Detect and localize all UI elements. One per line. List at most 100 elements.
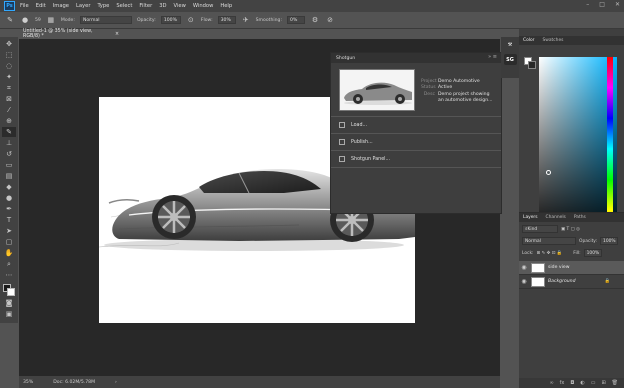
- menu-items: File Edit Image Layer Type Select Filter 3D View…: [20, 3, 232, 9]
- layer-row-background[interactable]: ◉ Background 🔒: [519, 275, 624, 289]
- clone-stamp-tool-icon[interactable]: ⊥: [2, 138, 16, 148]
- close-button[interactable]: ✕: [615, 1, 620, 8]
- tools-panel: ✥ ⬚ ◌ ✦ ⌗ ⊠ ⁄ ⊕ ✎ ⊥ ↺ ▭ ▤ ◆ ● ✒ T ➤ ▢ ✋ …: [0, 37, 18, 323]
- background-color-swatch[interactable]: [7, 288, 15, 296]
- color-swatches[interactable]: [2, 283, 16, 297]
- brush-preset-icon[interactable]: ●: [20, 15, 30, 25]
- menu-item-edit[interactable]: Edit: [36, 3, 46, 9]
- publish-action[interactable]: Publish...: [331, 134, 501, 151]
- menu-item-3d[interactable]: 3D: [159, 3, 166, 9]
- add-mask-icon[interactable]: ◘: [570, 380, 574, 386]
- menu-item-filter[interactable]: Filter: [139, 3, 152, 9]
- rectangle-tool-icon[interactable]: ▢: [2, 237, 16, 247]
- menu-item-select[interactable]: Select: [116, 3, 132, 9]
- visibility-eye-icon[interactable]: ◉: [519, 278, 529, 285]
- menu-item-type[interactable]: Type: [97, 3, 109, 9]
- shotgun-panel-action[interactable]: Shotgun Panel...: [331, 151, 501, 168]
- menu-item-file[interactable]: File: [20, 3, 29, 9]
- tab-layers[interactable]: Layers: [523, 215, 538, 220]
- menu-item-image[interactable]: Image: [53, 3, 69, 9]
- frame-tool-icon[interactable]: ⊠: [2, 94, 16, 104]
- layer-fill-field[interactable]: 100%: [583, 249, 602, 257]
- quick-select-tool-icon[interactable]: ✦: [2, 72, 16, 82]
- document-tab-close-icon[interactable]: ×: [115, 32, 119, 37]
- blur-tool-icon[interactable]: ◆: [2, 182, 16, 192]
- brush-settings-icon[interactable]: ▦: [46, 15, 56, 25]
- shotgun-panel-icon: [339, 156, 345, 162]
- tab-paths[interactable]: Paths: [574, 215, 586, 220]
- flow-label: Flow:: [200, 17, 213, 23]
- smoothing-field[interactable]: 0%: [287, 16, 306, 24]
- status-menu-icon[interactable]: ›: [115, 380, 117, 385]
- layer-row-side-view[interactable]: ◉ side view: [519, 261, 624, 275]
- tool-presets-icon[interactable]: ⚒: [504, 39, 517, 50]
- menu-item-view[interactable]: View: [174, 3, 186, 9]
- eraser-tool-icon[interactable]: ▭: [2, 160, 16, 170]
- color-panel-swatches[interactable]: [524, 57, 536, 69]
- shotgun-panel-action-label: Shotgun Panel...: [351, 156, 391, 162]
- publish-icon: [339, 139, 345, 145]
- lasso-tool-icon[interactable]: ◌: [2, 61, 16, 71]
- new-group-icon[interactable]: ▭: [591, 380, 596, 386]
- brush-tool-icon[interactable]: ✎: [5, 15, 15, 25]
- menu-item-help[interactable]: Help: [220, 3, 232, 9]
- history-brush-tool-icon[interactable]: ↺: [2, 149, 16, 159]
- trash-icon[interactable]: 🗑: [612, 380, 618, 386]
- visibility-eye-icon[interactable]: ◉: [519, 264, 529, 271]
- load-action[interactable]: Load...: [331, 117, 501, 134]
- layer-opacity-field[interactable]: 100%: [600, 237, 619, 245]
- layer-filter-select[interactable]: ⌕ Kind: [522, 225, 558, 233]
- blend-mode-select[interactable]: Normal: [522, 237, 576, 245]
- dodge-tool-icon[interactable]: ●: [2, 193, 16, 203]
- brush-size-value: 59: [35, 17, 41, 23]
- mode-select[interactable]: Normal: [79, 16, 132, 24]
- layer-filter-row: ⌕ Kind ▣ T ▢ ◎: [519, 225, 624, 233]
- lock-icons[interactable]: ⊞ ✎ ✥ ⊡ 🔒: [537, 251, 563, 256]
- shotgun-panel-header: Shotgun » ≡: [331, 53, 501, 63]
- tab-swatches[interactable]: Swatches: [542, 38, 563, 43]
- shotgun-panel: Shotgun » ≡ ProjectDemo Automotive Statu…: [330, 52, 502, 214]
- layer-name: side view: [548, 265, 570, 270]
- adjustment-layer-icon[interactable]: ◐: [580, 380, 584, 386]
- minimize-button[interactable]: –: [586, 1, 589, 8]
- flow-field[interactable]: 30%: [217, 16, 236, 24]
- color-picker-handle[interactable]: [546, 170, 551, 175]
- layer-style-icon[interactable]: fx: [560, 380, 565, 386]
- eyedropper-tool-icon[interactable]: ⁄: [2, 105, 16, 115]
- shotgun-panel-button[interactable]: SG: [503, 54, 517, 65]
- brush-tool-icon[interactable]: ✎: [2, 127, 16, 137]
- background-color-swatch[interactable]: [528, 61, 536, 69]
- tab-color[interactable]: Color: [523, 38, 534, 43]
- document-tab[interactable]: Untitled-1 @ 35% (side view, RGB/8) * ×: [19, 29, 119, 39]
- layers-panel-tabs: Layers Channels Paths: [519, 213, 624, 222]
- path-select-tool-icon[interactable]: ➤: [2, 226, 16, 236]
- panel-menu-icon[interactable]: » ≡: [488, 54, 497, 60]
- right-panels: Color Swatches Layers Channels Paths ⌕ K…: [519, 29, 624, 388]
- screen-mode-icon[interactable]: ▣: [2, 309, 16, 319]
- hand-tool-icon[interactable]: ✋: [2, 248, 16, 258]
- more-tools-icon[interactable]: ⋯: [2, 270, 16, 280]
- new-layer-icon[interactable]: ⊞: [601, 380, 605, 386]
- zoom-tool-icon[interactable]: ⌕: [2, 259, 16, 269]
- marquee-tool-icon[interactable]: ⬚: [2, 50, 16, 60]
- filter-toggle-icon[interactable]: ▣ T ▢ ◎: [561, 227, 580, 232]
- window-controls: – □ ✕: [586, 1, 620, 8]
- opacity-field[interactable]: 100%: [160, 16, 181, 24]
- airbrush-icon[interactable]: ✈: [241, 15, 251, 25]
- quick-mask-icon[interactable]: ◙: [2, 298, 16, 308]
- zoom-level[interactable]: 35%: [23, 380, 33, 385]
- maximize-button[interactable]: □: [599, 1, 605, 8]
- healing-brush-tool-icon[interactable]: ⊕: [2, 116, 16, 126]
- tab-channels[interactable]: Channels: [546, 215, 566, 220]
- move-tool-icon[interactable]: ✥: [2, 39, 16, 49]
- menu-item-window[interactable]: Window: [193, 3, 213, 9]
- menu-item-layer[interactable]: Layer: [76, 3, 90, 9]
- pressure-opacity-icon[interactable]: ⊙: [186, 15, 196, 25]
- crop-tool-icon[interactable]: ⌗: [2, 83, 16, 93]
- pen-tool-icon[interactable]: ✒: [2, 204, 16, 214]
- link-layers-icon[interactable]: ∞: [549, 380, 553, 386]
- gradient-tool-icon[interactable]: ▤: [2, 171, 16, 181]
- type-tool-icon[interactable]: T: [2, 215, 16, 225]
- gear-icon[interactable]: ⚙: [310, 15, 320, 25]
- pressure-size-icon[interactable]: ⊘: [325, 15, 335, 25]
